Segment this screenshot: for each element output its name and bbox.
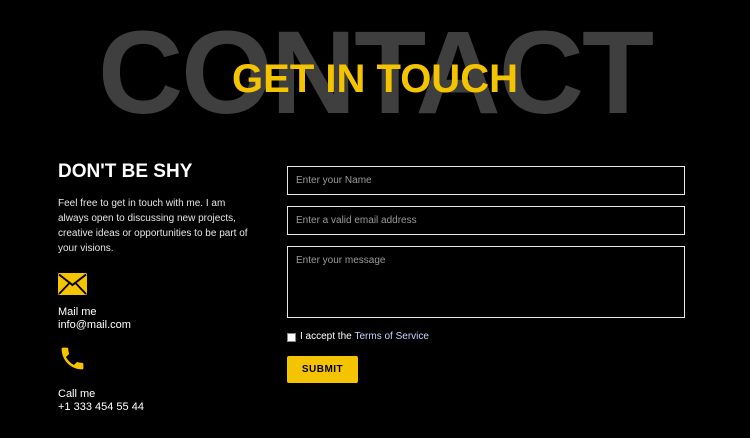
- name-input[interactable]: [287, 166, 685, 195]
- phone-icon: [58, 344, 144, 378]
- terms-checkbox[interactable]: [287, 332, 296, 342]
- intro-heading: DON'T BE SHY: [58, 161, 193, 182]
- intro-text: Feel free to get in touch with me. I am …: [58, 198, 248, 254]
- email-input[interactable]: [287, 206, 685, 235]
- phone-contact: Call me +1 333 454 55 44: [58, 344, 144, 414]
- intro-section: DON'T BE SHY Feel free to get in touch w…: [58, 160, 248, 256]
- terms-row: I accept the Terms of Service: [287, 331, 429, 343]
- envelope-icon: [58, 273, 131, 300]
- mail-address[interactable]: info@mail.com: [58, 319, 131, 332]
- phone-number[interactable]: +1 333 454 55 44: [58, 401, 144, 414]
- page-headline: GET IN TOUCH: [232, 57, 518, 101]
- phone-label: Call me: [58, 388, 96, 400]
- message-textarea[interactable]: [287, 246, 685, 318]
- mail-contact: Mail me info@mail.com: [58, 273, 131, 332]
- terms-label: I accept the: [300, 331, 352, 342]
- terms-of-service-link[interactable]: Terms of Service: [354, 331, 428, 343]
- mail-label: Mail me: [58, 306, 97, 318]
- submit-button[interactable]: SUBMIT: [287, 356, 358, 383]
